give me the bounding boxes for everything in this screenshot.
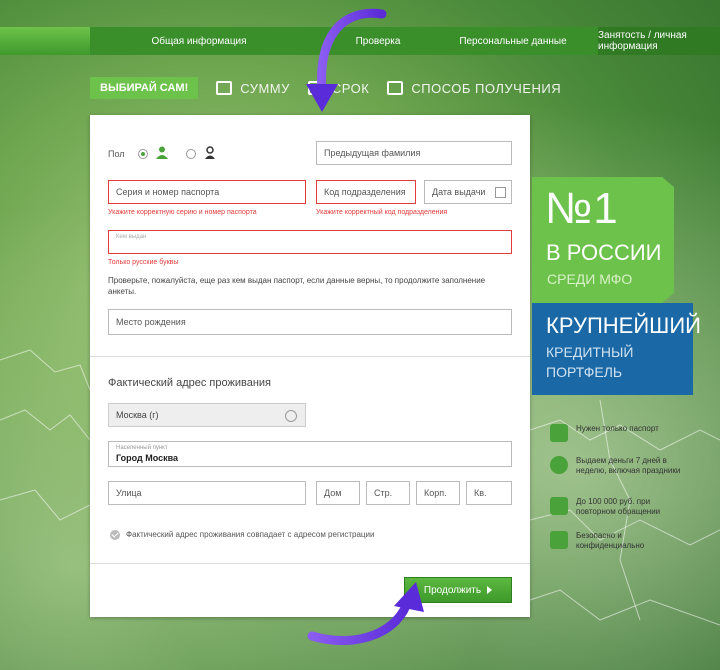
section-divider bbox=[90, 563, 530, 564]
subnav-item-method[interactable]: СПОСОБ ПОЛУЧЕНИЯ bbox=[387, 81, 561, 96]
building-input[interactable]: Стр. bbox=[366, 481, 410, 505]
feature-wallet: До 100 000 руб. при повторном обращении bbox=[550, 497, 690, 517]
male-icon bbox=[156, 146, 168, 159]
promo-biggest: КРУПНЕЙШИЙ bbox=[546, 313, 701, 338]
button-label: Продолжить bbox=[423, 584, 482, 596]
same-address-checkbox[interactable] bbox=[110, 530, 120, 540]
corpus-input[interactable]: Корп. bbox=[416, 481, 460, 505]
select-value: Москва (г) bbox=[116, 410, 159, 420]
promo-russia: В РОССИИ bbox=[546, 240, 662, 265]
step-label: Общая информация bbox=[151, 35, 247, 47]
promo-credit-line: КРЕДИТНЫЙ bbox=[546, 344, 634, 360]
subnav: ВЫБИРАЙ САМ! СУММУ СРОК СПОСОБ ПОЛУЧЕНИЯ bbox=[90, 76, 561, 100]
passport-icon bbox=[550, 424, 568, 442]
feature-text: Безопасно и конфиденциально bbox=[576, 531, 645, 550]
subnav-item-amount[interactable]: СУММУ bbox=[216, 81, 290, 96]
division-code-input[interactable]: Код подразделения bbox=[316, 180, 416, 204]
step-verification[interactable]: Проверка bbox=[328, 27, 428, 55]
gender-male-radio[interactable] bbox=[138, 149, 148, 159]
placeholder-text: Код подразделения bbox=[324, 187, 406, 197]
passport-error: Укажите корректную серию и номер паспорт… bbox=[108, 209, 257, 216]
promo-credit: КРЕДИТНЫЙ ПОРТФЕЛЬ bbox=[546, 342, 634, 382]
issued-by-input[interactable]: Кем выдан bbox=[108, 230, 512, 254]
promo-no1: №1 bbox=[545, 184, 619, 233]
lock-icon bbox=[550, 531, 568, 549]
wallet-icon bbox=[550, 497, 568, 515]
continue-button[interactable]: Продолжить bbox=[404, 577, 512, 603]
step-label: Проверка bbox=[355, 35, 401, 47]
city-input[interactable]: Населенный пункт Город Москва bbox=[108, 441, 512, 467]
step-label: Персональные данные bbox=[459, 35, 567, 47]
placeholder-text: Дом bbox=[324, 488, 342, 498]
feature-text: Выдаем деньги 7 дней в неделю, включая п… bbox=[576, 456, 681, 475]
division-code-error: Укажите корректный код подразделения bbox=[316, 209, 448, 216]
city-value: Город Москва bbox=[116, 453, 179, 463]
subnav-label: СРОК bbox=[331, 80, 370, 96]
prev-surname-input[interactable]: Предыдущая фамилия bbox=[316, 141, 512, 165]
choose-badge: ВЫБИРАЙ САМ! bbox=[90, 77, 199, 99]
placeholder-text: Стр. bbox=[374, 488, 393, 498]
birthplace-input[interactable]: Место рождения bbox=[108, 309, 512, 335]
issue-date-input[interactable]: Дата выдачи bbox=[424, 180, 512, 204]
hint-text: Проверьте, пожалуйста, еще раз кем выдан… bbox=[108, 276, 486, 296]
promo-portfolio-line: ПОРТФЕЛЬ bbox=[546, 364, 623, 380]
issued-by-error: Только русские буквы bbox=[108, 259, 179, 266]
step-employment[interactable]: Занятость / личная информация bbox=[598, 27, 720, 55]
atm-icon bbox=[387, 81, 404, 95]
step-label: Занятость / личная информация bbox=[598, 30, 687, 52]
same-address-label: Фактический адрес проживания совпадает с… bbox=[126, 530, 375, 539]
play-arrow-icon bbox=[487, 586, 493, 594]
placeholder-text: Корп. bbox=[424, 488, 447, 498]
steps-bar: Общая информация Проверка Персональные д… bbox=[0, 27, 720, 55]
floating-label: Кем выдан bbox=[116, 234, 147, 240]
placeholder-text: Серия и номер паспорта bbox=[116, 187, 220, 197]
address-section-title: Фактический адрес проживания bbox=[108, 377, 272, 389]
placeholder-text: Улица bbox=[116, 488, 142, 498]
placeholder-text: Кв. bbox=[474, 488, 487, 498]
feature-24h: Выдаем деньги 7 дней в неделю, включая п… bbox=[550, 456, 690, 476]
apartment-input[interactable]: Кв. bbox=[466, 481, 512, 505]
feature-lock: Безопасно и конфиденциально bbox=[550, 531, 690, 551]
feature-passport: Нужен только паспорт bbox=[550, 424, 690, 442]
calendar-icon[interactable] bbox=[495, 187, 506, 198]
section-divider bbox=[90, 356, 530, 357]
promo-mfo: СРЕДИ МФО bbox=[547, 271, 633, 287]
placeholder-text: Место рождения bbox=[116, 317, 186, 327]
money-stack-icon bbox=[216, 81, 233, 95]
street-input[interactable]: Улица bbox=[108, 481, 306, 505]
personal-data-form: Пол Предыдущая фамилия Серия и номер пас… bbox=[90, 115, 530, 617]
gender-label: Пол bbox=[108, 149, 125, 159]
house-input[interactable]: Дом bbox=[316, 481, 360, 505]
female-icon bbox=[205, 146, 215, 159]
placeholder-text: Предыдущая фамилия bbox=[324, 148, 421, 158]
floating-label: Населенный пункт bbox=[116, 445, 168, 451]
subnav-label: СПОСОБ ПОЛУЧЕНИЯ bbox=[411, 80, 562, 96]
24h-icon bbox=[550, 456, 568, 474]
calendar-icon bbox=[307, 81, 324, 95]
passport-input[interactable]: Серия и номер паспорта bbox=[108, 180, 306, 204]
region-select[interactable]: Москва (г) bbox=[108, 403, 306, 427]
step-personal-data[interactable]: Персональные данные bbox=[428, 27, 598, 55]
feature-text: Нужен только паспорт bbox=[576, 424, 659, 433]
placeholder-text: Дата выдачи bbox=[432, 187, 486, 197]
subnav-label: СУММУ bbox=[240, 80, 290, 96]
chevron-down-icon bbox=[285, 410, 297, 422]
gender-female-radio[interactable] bbox=[186, 149, 196, 159]
step-general-info[interactable]: Общая информация bbox=[90, 27, 328, 55]
subnav-item-term[interactable]: СРОК bbox=[307, 80, 370, 96]
feature-text: До 100 000 руб. при повторном обращении bbox=[576, 497, 661, 516]
promo-banner-corner bbox=[662, 177, 674, 303]
